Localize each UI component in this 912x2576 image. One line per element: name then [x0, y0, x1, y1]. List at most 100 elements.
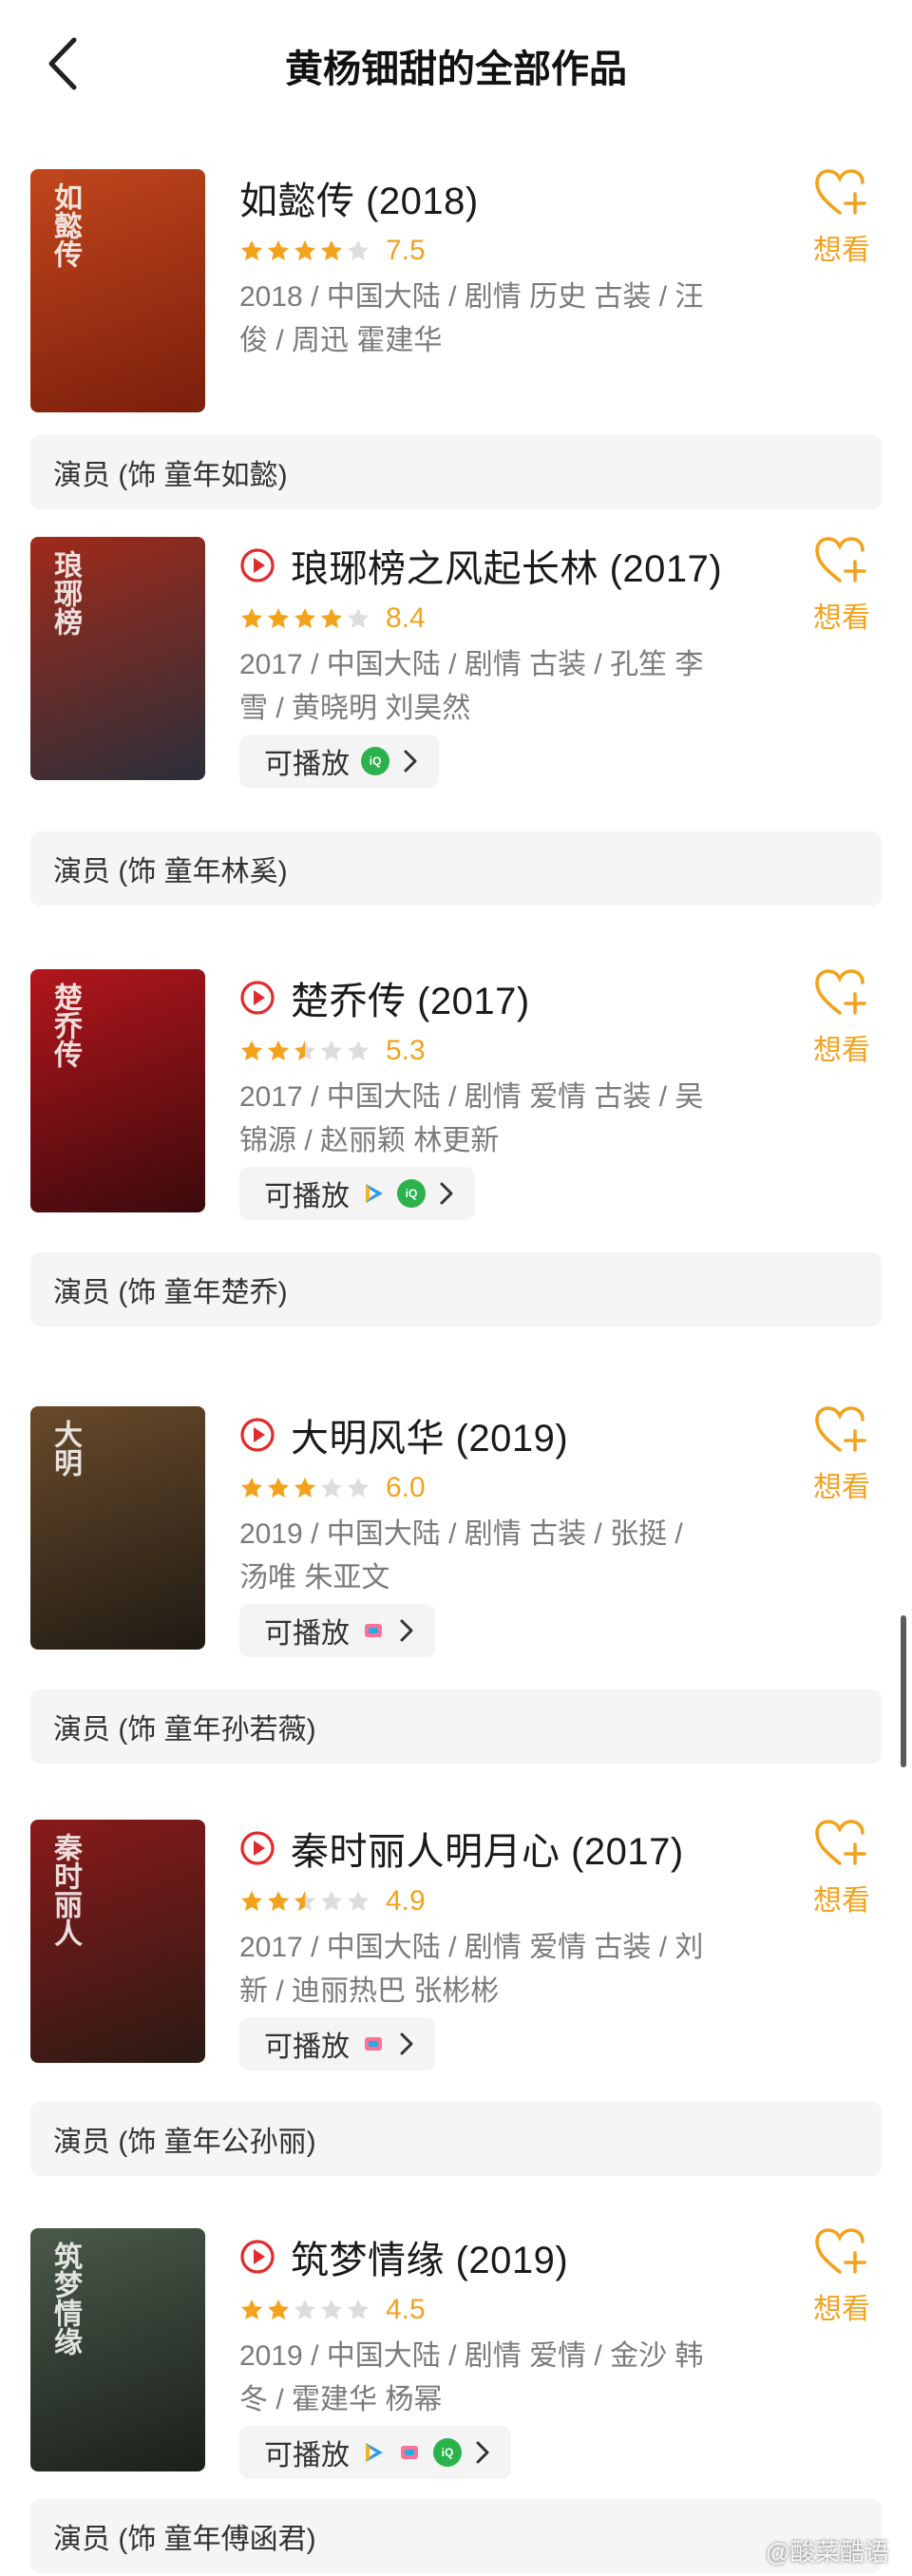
star-icon: [320, 607, 343, 628]
star-icon: [347, 239, 370, 260]
playable-button[interactable]: 可播放 iQ: [239, 1167, 475, 1220]
work-title[interactable]: 如懿传 (2018): [239, 170, 479, 225]
star-icon: [294, 1890, 316, 1911]
play-circle-icon[interactable]: [239, 547, 276, 583]
star-icon: [320, 1890, 343, 1911]
want-to-watch-button[interactable]: 想看: [804, 537, 880, 641]
play-circle-icon[interactable]: [239, 1417, 276, 1453]
star-icon: [320, 2299, 343, 2319]
heart-plus-icon: [815, 537, 866, 582]
star-icon: [294, 1477, 316, 1498]
work-info: 2017 / 中国大陆 / 剧情 爱情 古装 / 刘新 / 迪丽热巴 张彬彬: [239, 1926, 752, 2013]
poster-image[interactable]: 大明: [30, 1406, 205, 1650]
playable-button[interactable]: 可播放 iQ: [239, 735, 439, 788]
playable-label: 可播放: [264, 1618, 350, 1650]
heart-plus-icon: [815, 1820, 866, 1865]
title-row: 大明风华 (2019): [239, 1406, 568, 1463]
work-info: 2017 / 中国大陆 / 剧情 爱情 古装 / 吴锦源 / 赵丽颖 林更新: [239, 1076, 752, 1163]
star-rating: [239, 1039, 372, 1063]
work-title[interactable]: 大明风华 (2019): [291, 1407, 568, 1462]
rating-score: 7.5: [386, 235, 426, 266]
want-to-watch-button[interactable]: 想看: [804, 969, 880, 1074]
rating-row: 7.5: [239, 232, 426, 270]
bilibili-icon: [365, 1624, 382, 1637]
work-info: 2019 / 中国大陆 / 剧情 爱情 / 金沙 韩冬 / 霍建华 杨幂: [239, 2335, 752, 2422]
want-to-watch-label: 想看: [813, 1472, 870, 1503]
poster-title-art: 琅琊榜: [48, 550, 82, 636]
role-bar: 演员 (饰 童年楚乔): [30, 1252, 882, 1326]
work-info: 2017 / 中国大陆 / 剧情 古装 / 孔笙 李雪 / 黄晓明 刘昊然: [239, 643, 752, 731]
watermark: @酸菜酷语: [765, 2538, 889, 2566]
work-info-line: 2019 / 中国大陆 / 剧情 古装 / 张挺 /: [239, 1518, 683, 1550]
work-info-line: 汤唯 朱亚文: [239, 1562, 390, 1593]
poster-image[interactable]: 如懿传: [30, 169, 205, 412]
want-to-watch-label: 想看: [813, 1885, 870, 1917]
poster-image[interactable]: 琅琊榜: [30, 537, 205, 780]
playable-button[interactable]: 可播放: [239, 1604, 435, 1657]
playable-button[interactable]: 可播放 iQ: [239, 2426, 511, 2479]
star-icon: [294, 607, 316, 628]
work-title[interactable]: 楚乔传 (2017): [291, 970, 530, 1025]
chevron-right-icon: [404, 750, 417, 773]
want-to-watch-label: 想看: [813, 602, 870, 634]
poster-title-art: 大明: [48, 1420, 82, 1477]
want-to-watch-button[interactable]: 想看: [804, 1406, 880, 1511]
rating-score: 6.0: [386, 1472, 426, 1503]
play-circle-icon[interactable]: [239, 1830, 276, 1866]
poster-title-art: 楚乔传: [48, 983, 82, 1068]
playable-label: 可播放: [264, 2032, 350, 2063]
star-icon: [240, 1477, 263, 1498]
scrollbar[interactable]: [901, 1615, 906, 1767]
poster-image[interactable]: 秦时丽人: [30, 1820, 205, 2063]
work-title[interactable]: 琅琊榜之风起长林 (2017): [291, 538, 722, 593]
star-icon: [267, 607, 290, 628]
play-circle-icon[interactable]: [239, 2239, 276, 2275]
want-to-watch-label: 想看: [813, 2294, 870, 2325]
tencent-video-icon: [366, 1184, 383, 1203]
work-info: 2018 / 中国大陆 / 剧情 历史 古装 / 汪俊 / 周迅 霍建华: [239, 276, 752, 363]
work-info-line: 冬 / 霍建华 杨幂: [239, 2384, 443, 2415]
star-icon: [294, 2299, 316, 2319]
poster-title-art: 如懿传: [48, 182, 82, 268]
poster-image[interactable]: 楚乔传: [30, 969, 205, 1212]
heart-plus-icon: [815, 1406, 866, 1452]
work-title[interactable]: 秦时丽人明月心 (2017): [291, 1821, 684, 1876]
want-to-watch-label: 想看: [813, 1035, 870, 1066]
playable-label: 可播放: [264, 749, 350, 780]
want-to-watch-button[interactable]: 想看: [804, 1820, 880, 1924]
star-icon: [267, 1890, 290, 1911]
star-rating: [239, 1476, 372, 1500]
star-icon: [240, 1040, 263, 1060]
work-info-line: 2017 / 中国大陆 / 剧情 爱情 古装 / 吴: [239, 1081, 704, 1113]
work-title[interactable]: 筑梦情缘 (2019): [291, 2229, 568, 2284]
role-bar: 演员 (饰 童年如懿): [30, 435, 882, 509]
play-circle-icon[interactable]: [239, 980, 276, 1016]
poster-title-art: 筑梦情缘: [48, 2242, 82, 2356]
want-to-watch-button[interactable]: 想看: [804, 169, 880, 274]
rating-row: 4.9: [239, 1882, 426, 1920]
poster-image[interactable]: 筑梦情缘: [30, 2228, 205, 2471]
rating-score: 4.5: [386, 2294, 426, 2325]
star-icon: [267, 2299, 290, 2319]
tencent-video-icon: [366, 2443, 383, 2462]
rating-row: 6.0: [239, 1469, 426, 1507]
rating-score: 4.9: [386, 1885, 426, 1917]
want-to-watch-button[interactable]: 想看: [804, 2228, 880, 2333]
star-icon: [320, 239, 343, 260]
star-icon: [320, 1477, 343, 1498]
page-title: 黄杨钿甜的全部作品: [285, 48, 627, 90]
rating-row: 4.5: [239, 2291, 426, 2329]
playable-button[interactable]: 可播放: [239, 2017, 435, 2070]
star-rating: [239, 239, 372, 263]
role-bar: 演员 (饰 童年公孙丽): [30, 2102, 882, 2176]
star-icon: [294, 1040, 316, 1060]
work-info-line: 雪 / 黄晓明 刘昊然: [239, 693, 471, 724]
star-icon: [240, 1890, 263, 1911]
heart-plus-icon: [815, 2228, 866, 2274]
iqiyi-icon: iQ: [433, 2438, 462, 2467]
iqiyi-icon: iQ: [361, 747, 390, 775]
star-rating: [239, 2298, 372, 2322]
title-row: 如懿传 (2018): [239, 169, 479, 226]
role-bar: 演员 (饰 童年林奚): [30, 831, 882, 906]
playable-label: 可播放: [264, 1181, 350, 1212]
